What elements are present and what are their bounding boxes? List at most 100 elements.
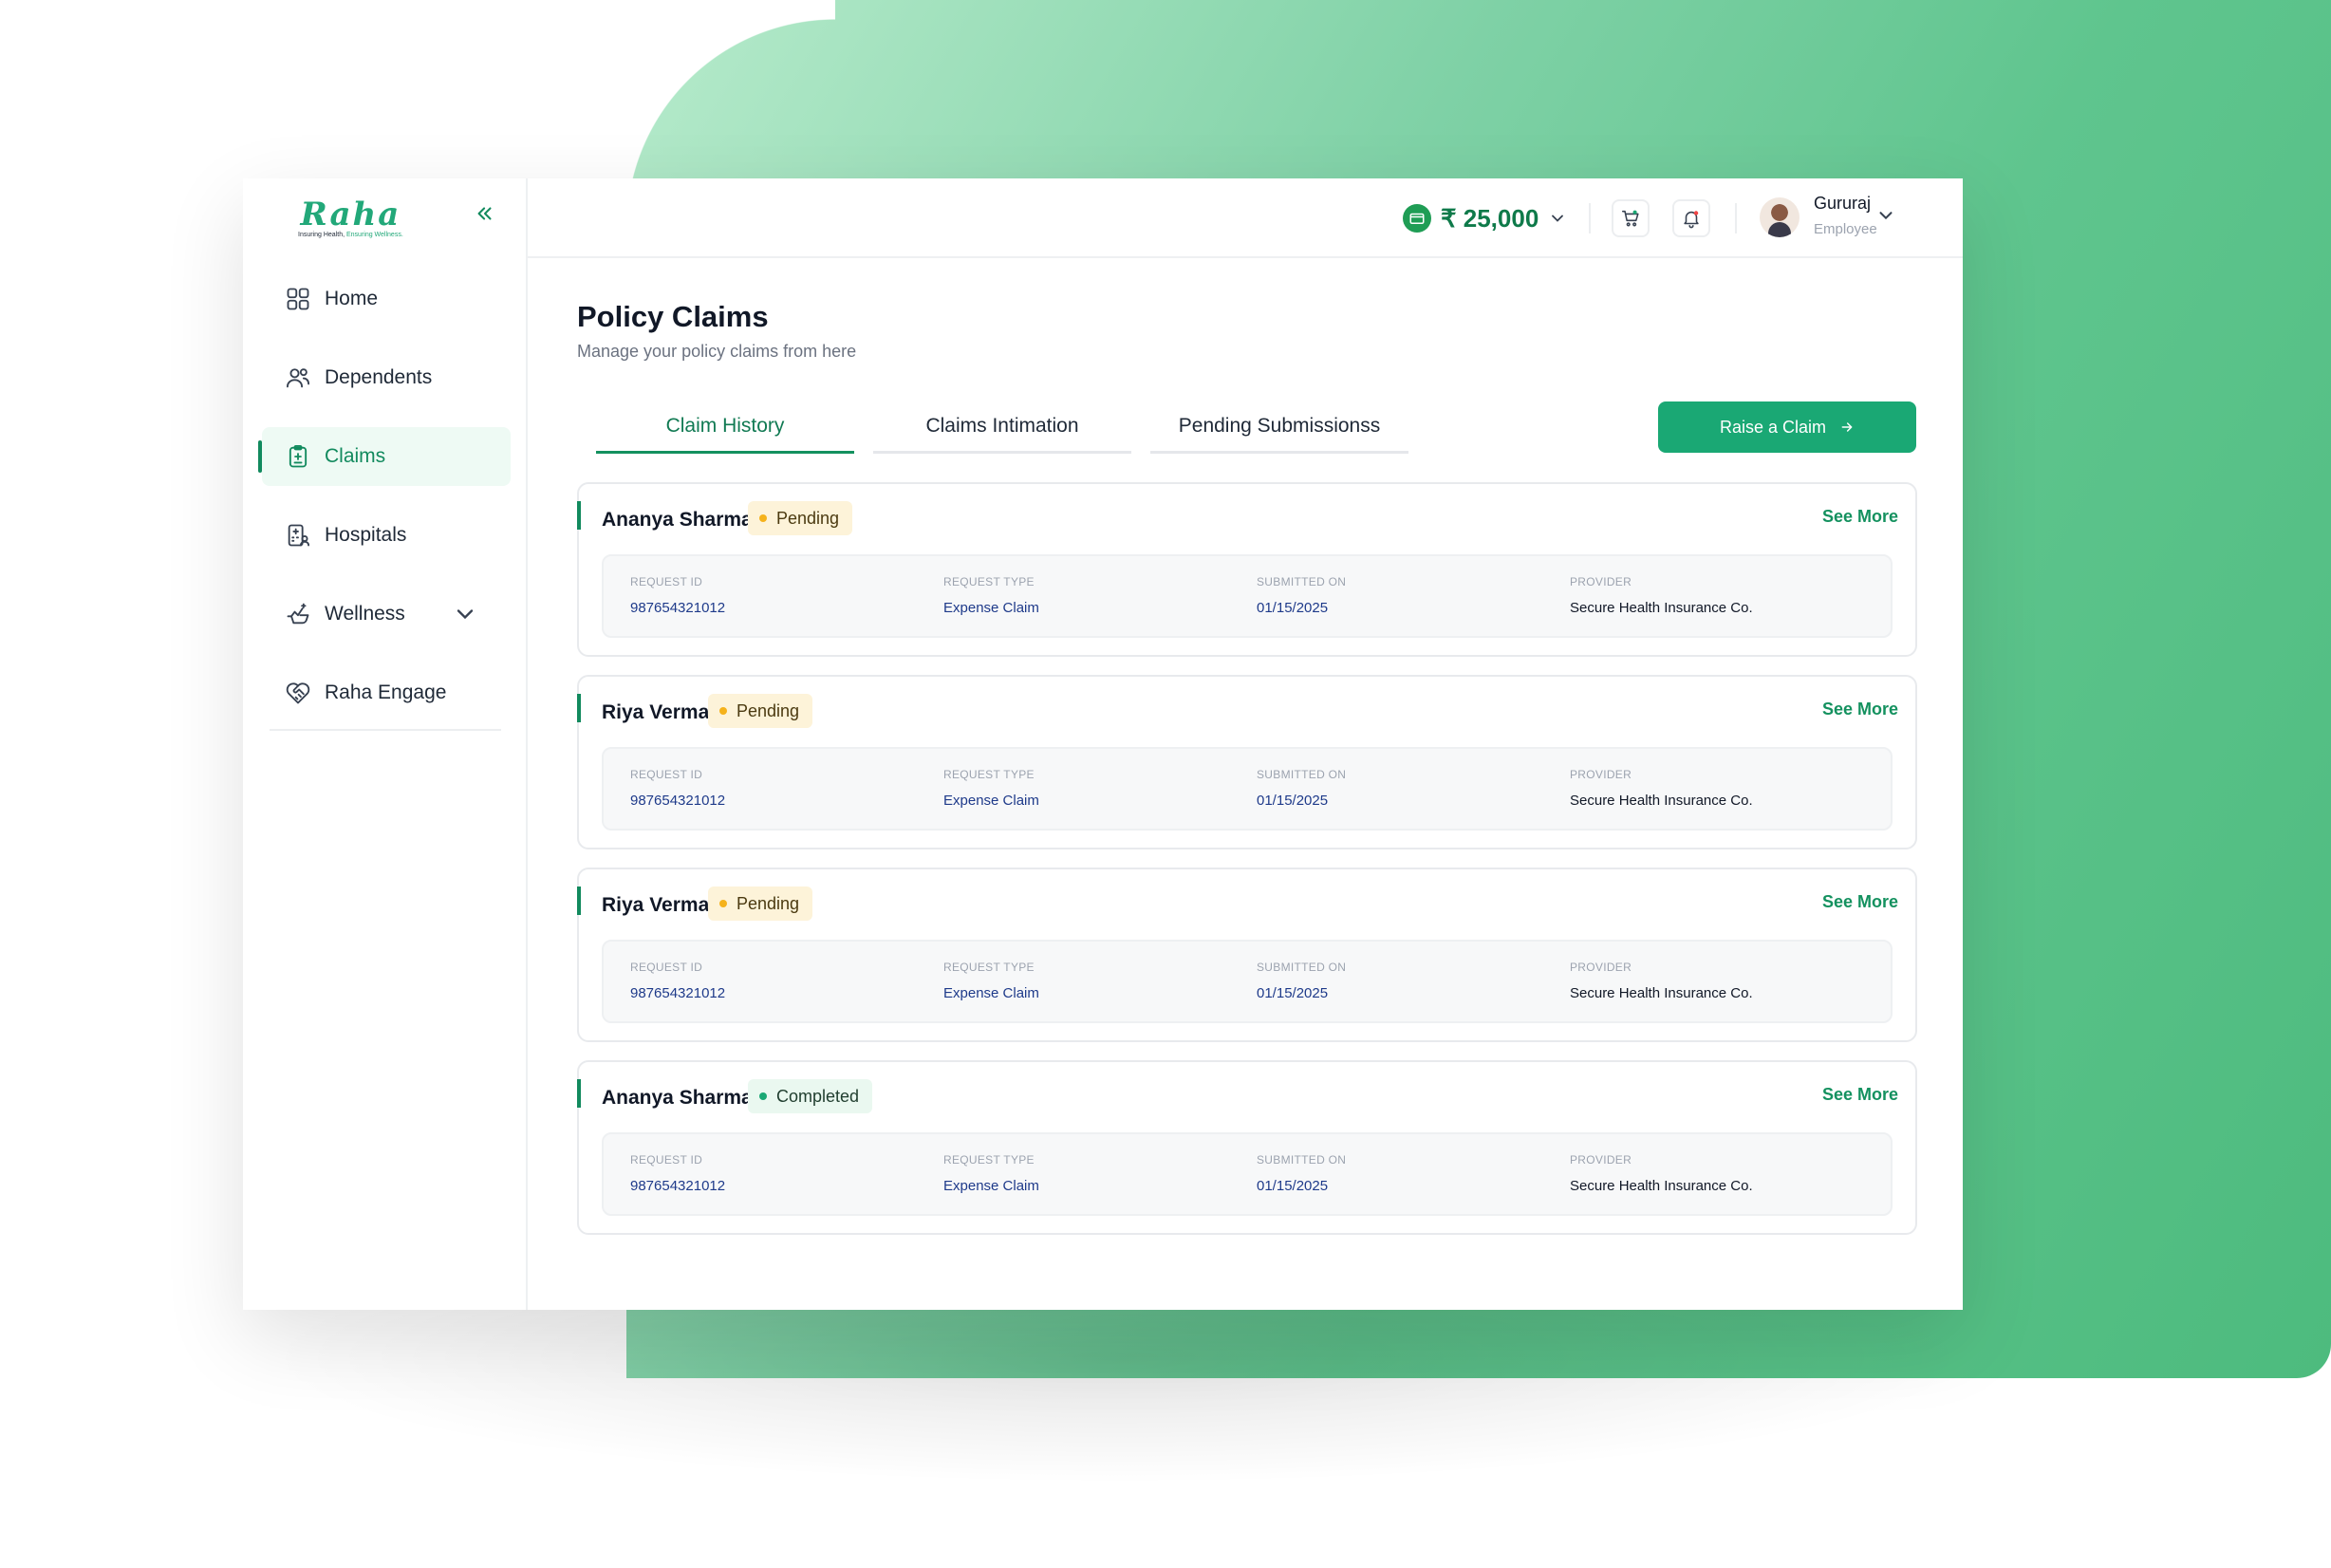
tab-claims-intimation[interactable]: Claims Intimation bbox=[873, 402, 1131, 454]
sidebar-item-hospitals[interactable]: Hospitals bbox=[262, 506, 511, 565]
sidebar-item-label: Home bbox=[325, 288, 379, 309]
provider-column: PROVIDER Secure Health Insurance Co. bbox=[1570, 961, 1753, 1001]
column-label: PROVIDER bbox=[1570, 575, 1632, 588]
see-more-link[interactable]: See More bbox=[1822, 507, 1898, 527]
column-label: SUBMITTED ON bbox=[1257, 575, 1347, 588]
see-more-link[interactable]: See More bbox=[1822, 700, 1898, 719]
tab-claim-history[interactable]: Claim History bbox=[596, 402, 854, 454]
provider-value: Secure Health Insurance Co. bbox=[1570, 793, 1753, 809]
submitted-on-value: 01/15/2025 bbox=[1257, 985, 1329, 1001]
request-id-column: REQUEST ID 987654321012 bbox=[630, 768, 725, 809]
clipboard-icon bbox=[289, 444, 308, 468]
status-badge: Pending bbox=[748, 501, 853, 535]
column-label: PROVIDER bbox=[1570, 1153, 1632, 1167]
claim-card: Ananya Sharma Completed See More REQUEST… bbox=[577, 1060, 1917, 1235]
see-more-link[interactable]: See More bbox=[1822, 892, 1898, 912]
sidebar-item-wellness[interactable]: Wellness bbox=[262, 585, 511, 644]
sidebar-item-claims[interactable]: Claims bbox=[258, 427, 511, 486]
logo-tagline: Insuring Health, Ensuring Wellness. bbox=[298, 232, 403, 238]
status-badge: Completed bbox=[748, 1079, 873, 1113]
column-label: PROVIDER bbox=[1570, 768, 1632, 781]
claims-list: Ananya Sharma Pending See More REQUEST I… bbox=[577, 482, 1917, 1253]
arrow-right-icon bbox=[1841, 422, 1853, 432]
cart-button[interactable] bbox=[1612, 199, 1650, 237]
page-title: Policy Claims bbox=[577, 300, 769, 333]
column-label: REQUEST TYPE bbox=[943, 575, 1035, 588]
raise-claim-label: Raise a Claim bbox=[1719, 417, 1827, 437]
request-id-column: REQUEST ID 987654321012 bbox=[630, 961, 725, 1001]
provider-column: PROVIDER Secure Health Insurance Co. bbox=[1570, 575, 1753, 616]
top-bar: ₹ 25,000 Gururaj Employee bbox=[528, 178, 1963, 258]
brand-logo[interactable]: Raha Insuring Health, Ensuring Wellness. bbox=[298, 196, 403, 238]
claim-details: REQUEST ID 987654321012 REQUEST TYPE Expen… bbox=[602, 940, 1893, 1023]
request-id-column: REQUEST ID 987654321012 bbox=[630, 1153, 725, 1194]
tab-pending-submissions[interactable]: Pending Submissionss bbox=[1150, 402, 1408, 454]
app-window: Raha Insuring Health, Ensuring Wellness.… bbox=[243, 178, 1963, 1310]
claim-details: REQUEST ID 987654321012 REQUEST TYPE Expen… bbox=[602, 747, 1893, 831]
column-label: REQUEST TYPE bbox=[943, 961, 1035, 974]
submitted-on-value: 01/15/2025 bbox=[1257, 793, 1329, 809]
see-more-link[interactable]: See More bbox=[1822, 1085, 1898, 1105]
sidebar-item-label: Claims bbox=[325, 445, 386, 467]
raise-claim-button[interactable]: Raise a Claim bbox=[1658, 401, 1916, 453]
request-id-value: 987654321012 bbox=[630, 793, 726, 809]
provider-value: Secure Health Insurance Co. bbox=[1570, 600, 1753, 616]
sidebar-item-label: Wellness bbox=[325, 603, 405, 625]
sidebar-item-home[interactable]: Home bbox=[262, 270, 511, 328]
sidebar-nav: Home Dependents Claims Hospitals Wellnes… bbox=[258, 270, 511, 742]
provider-column: PROVIDER Secure Health Insurance Co. bbox=[1570, 1153, 1753, 1194]
sidebar-item-raha-engage[interactable]: Raha Engage bbox=[262, 663, 511, 722]
card-accent-bar bbox=[577, 694, 581, 722]
user-role: Employee bbox=[1814, 221, 1877, 237]
user-name: Gururaj bbox=[1814, 194, 1872, 213]
wallet-amount: ₹ 25,000 bbox=[1441, 203, 1539, 233]
logo-text: Raha bbox=[300, 196, 401, 233]
submitted-on-column: SUBMITTED ON 01/15/2025 bbox=[1257, 768, 1346, 809]
provider-column: PROVIDER Secure Health Insurance Co. bbox=[1570, 768, 1753, 809]
claims-tabs: Claim History Claims Intimation Pending … bbox=[596, 402, 1427, 454]
avatar[interactable] bbox=[1760, 197, 1800, 237]
hospital-icon bbox=[288, 524, 310, 547]
wallet-balance-dropdown[interactable]: ₹ 25,000 bbox=[1403, 199, 1567, 237]
request-type-column: REQUEST TYPE Expense Claim bbox=[943, 575, 1039, 616]
chevron-down-icon[interactable] bbox=[1875, 205, 1896, 226]
divider bbox=[1589, 203, 1591, 233]
claimant-name: Riya Verma bbox=[602, 894, 710, 916]
claimant-name: Ananya Sharma bbox=[602, 509, 753, 531]
column-label: REQUEST TYPE bbox=[943, 768, 1035, 781]
notifications-button[interactable] bbox=[1672, 199, 1710, 237]
card-accent-bar bbox=[577, 501, 581, 530]
claim-details: REQUEST ID 987654321012 REQUEST TYPE Expen… bbox=[602, 554, 1893, 638]
sidebar: Raha Insuring Health, Ensuring Wellness.… bbox=[243, 178, 528, 1310]
wellness-icon bbox=[287, 603, 309, 625]
submitted-on-column: SUBMITTED ON 01/15/2025 bbox=[1257, 575, 1346, 616]
collapse-sidebar-button[interactable] bbox=[469, 197, 501, 230]
double-chevron-left-icon bbox=[477, 207, 492, 220]
column-label: REQUEST ID bbox=[630, 768, 703, 781]
status-badge: Pending bbox=[708, 694, 813, 728]
status-label: Pending bbox=[737, 893, 800, 913]
main-content: ₹ 25,000 Gururaj Employee Policy Claims … bbox=[528, 178, 1963, 1310]
submitted-on-value: 01/15/2025 bbox=[1257, 600, 1329, 616]
column-label: REQUEST ID bbox=[630, 1153, 703, 1167]
request-id-value: 987654321012 bbox=[630, 985, 726, 1001]
column-label: PROVIDER bbox=[1570, 961, 1632, 974]
divider bbox=[1735, 203, 1737, 233]
sidebar-item-label: Dependents bbox=[325, 366, 433, 388]
request-type-value: Expense Claim bbox=[943, 985, 1039, 1001]
request-type-value: Expense Claim bbox=[943, 793, 1039, 809]
column-label: SUBMITTED ON bbox=[1257, 768, 1347, 781]
column-label: SUBMITTED ON bbox=[1257, 1153, 1347, 1167]
grid-icon bbox=[287, 288, 309, 310]
request-type-column: REQUEST TYPE Expense Claim bbox=[943, 1153, 1039, 1194]
logo-tagline-part-2: Ensuring Wellness. bbox=[345, 232, 403, 238]
provider-value: Secure Health Insurance Co. bbox=[1570, 985, 1753, 1001]
page-subtitle: Manage your policy claims from here bbox=[577, 342, 857, 361]
sidebar-item-dependents[interactable]: Dependents bbox=[262, 348, 511, 407]
request-type-value: Expense Claim bbox=[943, 600, 1039, 616]
column-label: SUBMITTED ON bbox=[1257, 961, 1347, 974]
sidebar-item-label: Hospitals bbox=[325, 524, 407, 546]
heart-handshake-icon bbox=[286, 682, 310, 704]
chevron-down-icon[interactable] bbox=[452, 601, 478, 627]
status-dot bbox=[719, 900, 727, 907]
